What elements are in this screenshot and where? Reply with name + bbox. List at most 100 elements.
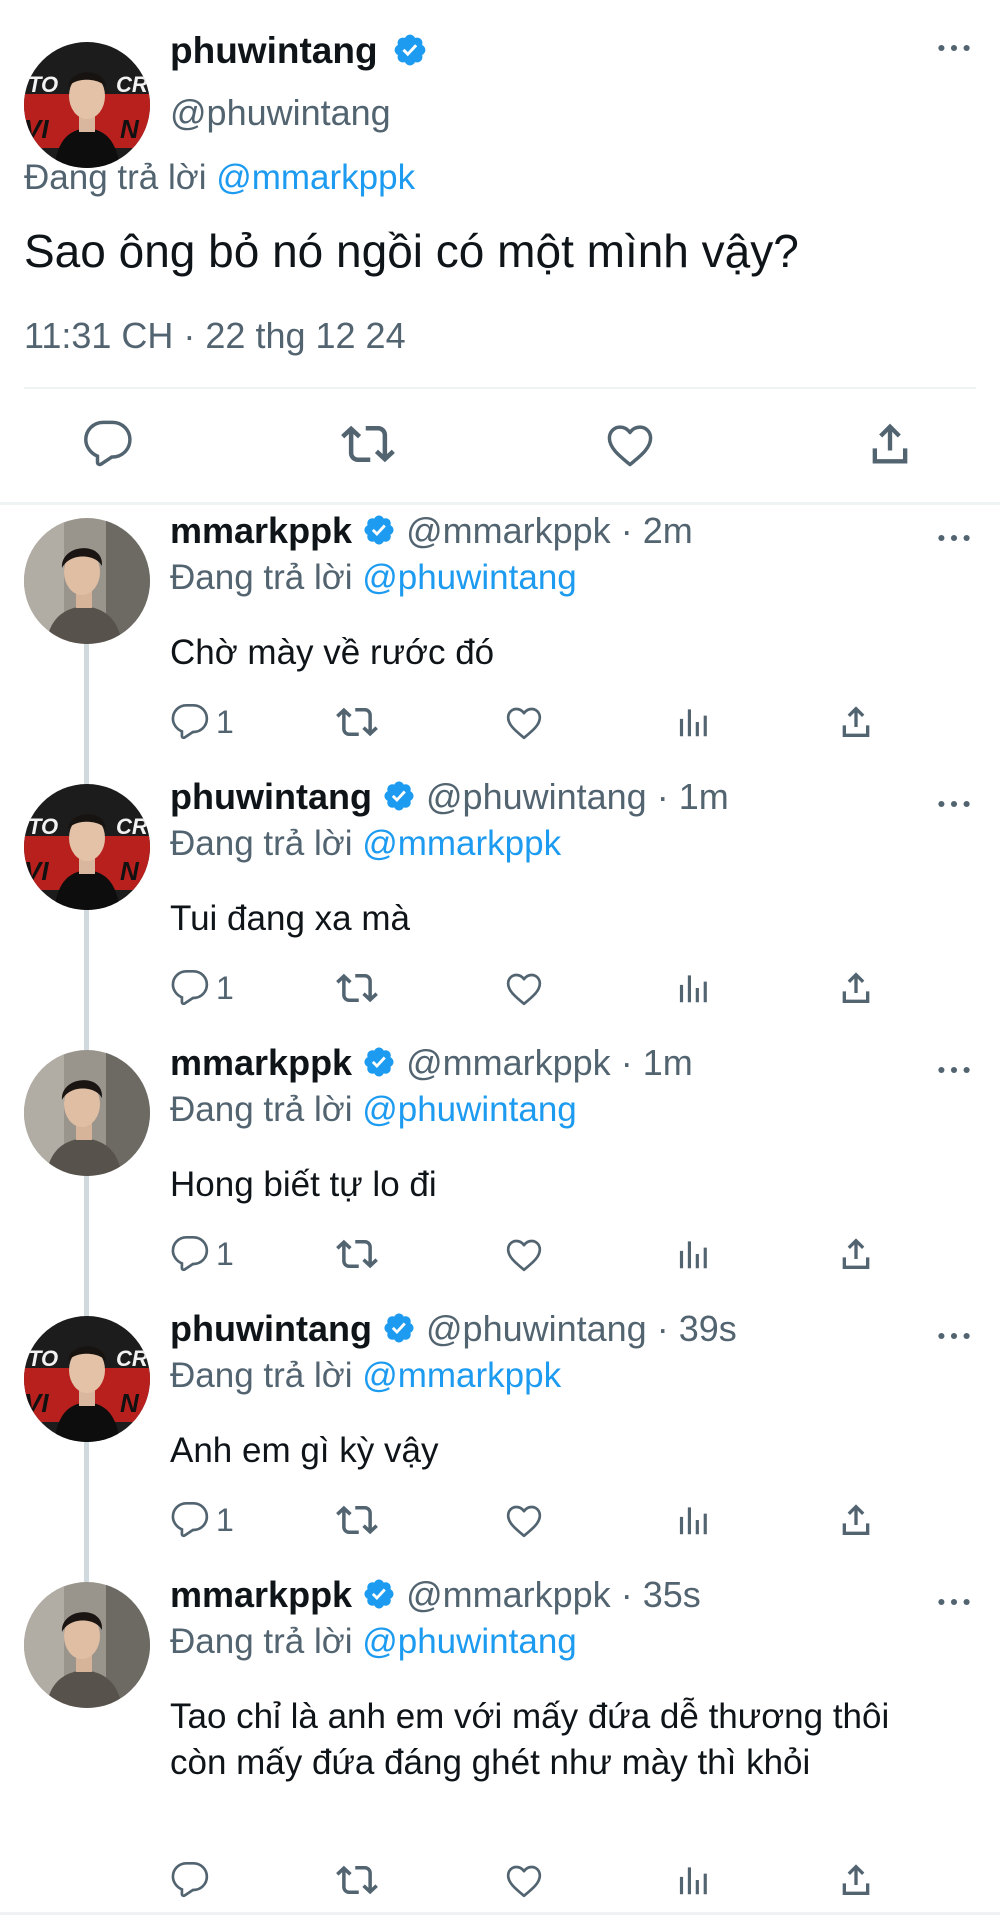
more-options-icon[interactable]: [934, 528, 974, 548]
replying-prefix: Đang trả lời: [170, 1622, 353, 1661]
replying-to-link[interactable]: @mmarkppk: [362, 824, 561, 863]
more-options-icon[interactable]: [934, 794, 974, 814]
views-button[interactable]: [672, 1232, 710, 1276]
views-button[interactable]: [672, 1858, 710, 1902]
like-button[interactable]: [504, 1858, 544, 1902]
avatar[interactable]: [24, 1316, 150, 1442]
like-button[interactable]: [504, 1498, 544, 1542]
display-name[interactable]: mmarkppk: [170, 1574, 352, 1615]
share-button[interactable]: [836, 1498, 876, 1542]
action-bar: 1: [170, 1498, 890, 1542]
reply-count: 1: [216, 969, 234, 1006]
time[interactable]: · 39s: [657, 1308, 737, 1349]
retweet-button[interactable]: [338, 414, 398, 474]
time[interactable]: · 1m: [621, 1042, 693, 1083]
views-button[interactable]: [672, 966, 710, 1010]
display-name[interactable]: phuwintang: [170, 1308, 372, 1349]
tweet-text: Tui đang xa mà: [170, 899, 410, 938]
share-icon: [836, 1500, 876, 1540]
display-name[interactable]: phuwintang: [170, 776, 372, 817]
reply-button[interactable]: 1: [170, 966, 234, 1010]
avatar[interactable]: [24, 1050, 150, 1176]
more-options-icon[interactable]: [934, 1060, 974, 1080]
handle[interactable]: @mmarkppk: [406, 510, 611, 551]
replying-prefix: Đang trả lời: [170, 1090, 353, 1129]
like-button[interactable]: [600, 414, 660, 474]
time[interactable]: · 2m: [621, 510, 693, 551]
reply-button[interactable]: 1: [170, 700, 234, 744]
main-name-text: phuwintang: [170, 30, 378, 71]
replying-to: Đang trả lời @phuwintang: [170, 558, 577, 598]
retweet-button[interactable]: [336, 1498, 378, 1542]
reply-header: mmarkppk @mmarkppk · 1m: [170, 1042, 693, 1084]
handle[interactable]: @phuwintang: [426, 776, 647, 817]
retweet-button[interactable]: [336, 1232, 378, 1276]
time[interactable]: · 35s: [621, 1574, 701, 1615]
share-button[interactable]: [860, 414, 920, 474]
retweet-button[interactable]: [336, 700, 378, 744]
reply-header: mmarkppk @mmarkppk · 2m: [170, 510, 693, 552]
share-button[interactable]: [836, 700, 876, 744]
display-name[interactable]: mmarkppk: [170, 510, 352, 551]
handle[interactable]: @phuwintang: [426, 1308, 647, 1349]
verified-badge-icon: [362, 1045, 396, 1079]
main-tweet-text: Sao ông bỏ nó ngồi có một mình vậy?: [24, 225, 799, 277]
replying-to-link[interactable]: @mmarkppk: [362, 1356, 561, 1395]
share-icon: [864, 418, 916, 470]
reply-button[interactable]: [170, 1858, 216, 1902]
like-icon: [504, 1500, 544, 1540]
time[interactable]: · 1m: [657, 776, 729, 817]
divider: [24, 387, 976, 389]
reply-icon: [170, 1234, 210, 1274]
avatar[interactable]: [24, 784, 150, 910]
like-button[interactable]: [504, 700, 544, 744]
replying-to: Đang trả lời @mmarkppk: [170, 824, 561, 864]
like-button[interactable]: [504, 1232, 544, 1276]
share-button[interactable]: [836, 1232, 876, 1276]
reply-header: mmarkppk @mmarkppk · 35s: [170, 1574, 701, 1616]
action-bar: 1: [170, 1232, 890, 1276]
replying-to: Đang trả lời @phuwintang: [170, 1622, 577, 1662]
views-icon: [672, 703, 710, 741]
share-icon: [836, 702, 876, 742]
display-name[interactable]: mmarkppk: [170, 1042, 352, 1083]
replying-to-link[interactable]: @phuwintang: [362, 1622, 577, 1661]
share-button[interactable]: [836, 1858, 876, 1902]
retweet-button[interactable]: [336, 966, 378, 1010]
action-bar: 1: [170, 966, 890, 1010]
tweet-text: Tao chỉ là anh em với mấy đứa dễ thương …: [170, 1697, 890, 1782]
main-display-name[interactable]: phuwintang: [170, 30, 428, 72]
avatar[interactable]: [24, 1582, 150, 1708]
reply-button[interactable]: 1: [170, 1498, 234, 1542]
main-handle[interactable]: @phuwintang: [170, 92, 391, 134]
replying-to-link[interactable]: @phuwintang: [362, 558, 577, 597]
replying-to-link[interactable]: @mmarkppk: [216, 158, 415, 197]
handle[interactable]: @mmarkppk: [406, 1042, 611, 1083]
reply-button[interactable]: [78, 414, 138, 474]
main-timestamp[interactable]: 11:31 CH · 22 thg 12 24: [24, 315, 406, 357]
handle[interactable]: @mmarkppk: [406, 1574, 611, 1615]
share-icon: [836, 968, 876, 1008]
reply-icon: [170, 1500, 210, 1540]
more-options-icon[interactable]: [934, 38, 974, 58]
more-options-icon[interactable]: [934, 1592, 974, 1612]
share-button[interactable]: [836, 966, 876, 1010]
replying-to-link[interactable]: @phuwintang: [362, 1090, 577, 1129]
retweet-icon: [336, 1499, 378, 1541]
more-options-icon[interactable]: [934, 1326, 974, 1346]
avatar[interactable]: [24, 518, 150, 644]
reply-count: 1: [216, 703, 234, 740]
reply-icon: [82, 418, 134, 470]
retweet-button[interactable]: [336, 1858, 378, 1902]
main-avatar[interactable]: [24, 42, 150, 168]
replying-to: Đang trả lời @mmarkppk: [170, 1356, 561, 1396]
reply-icon: [170, 968, 210, 1008]
replying-prefix: Đang trả lời: [170, 558, 353, 597]
reply-button[interactable]: 1: [170, 1232, 234, 1276]
like-button[interactable]: [504, 966, 544, 1010]
reply-count: 1: [216, 1501, 234, 1538]
views-icon: [672, 1235, 710, 1273]
views-button[interactable]: [672, 700, 710, 744]
views-icon: [672, 969, 710, 1007]
views-button[interactable]: [672, 1498, 710, 1542]
